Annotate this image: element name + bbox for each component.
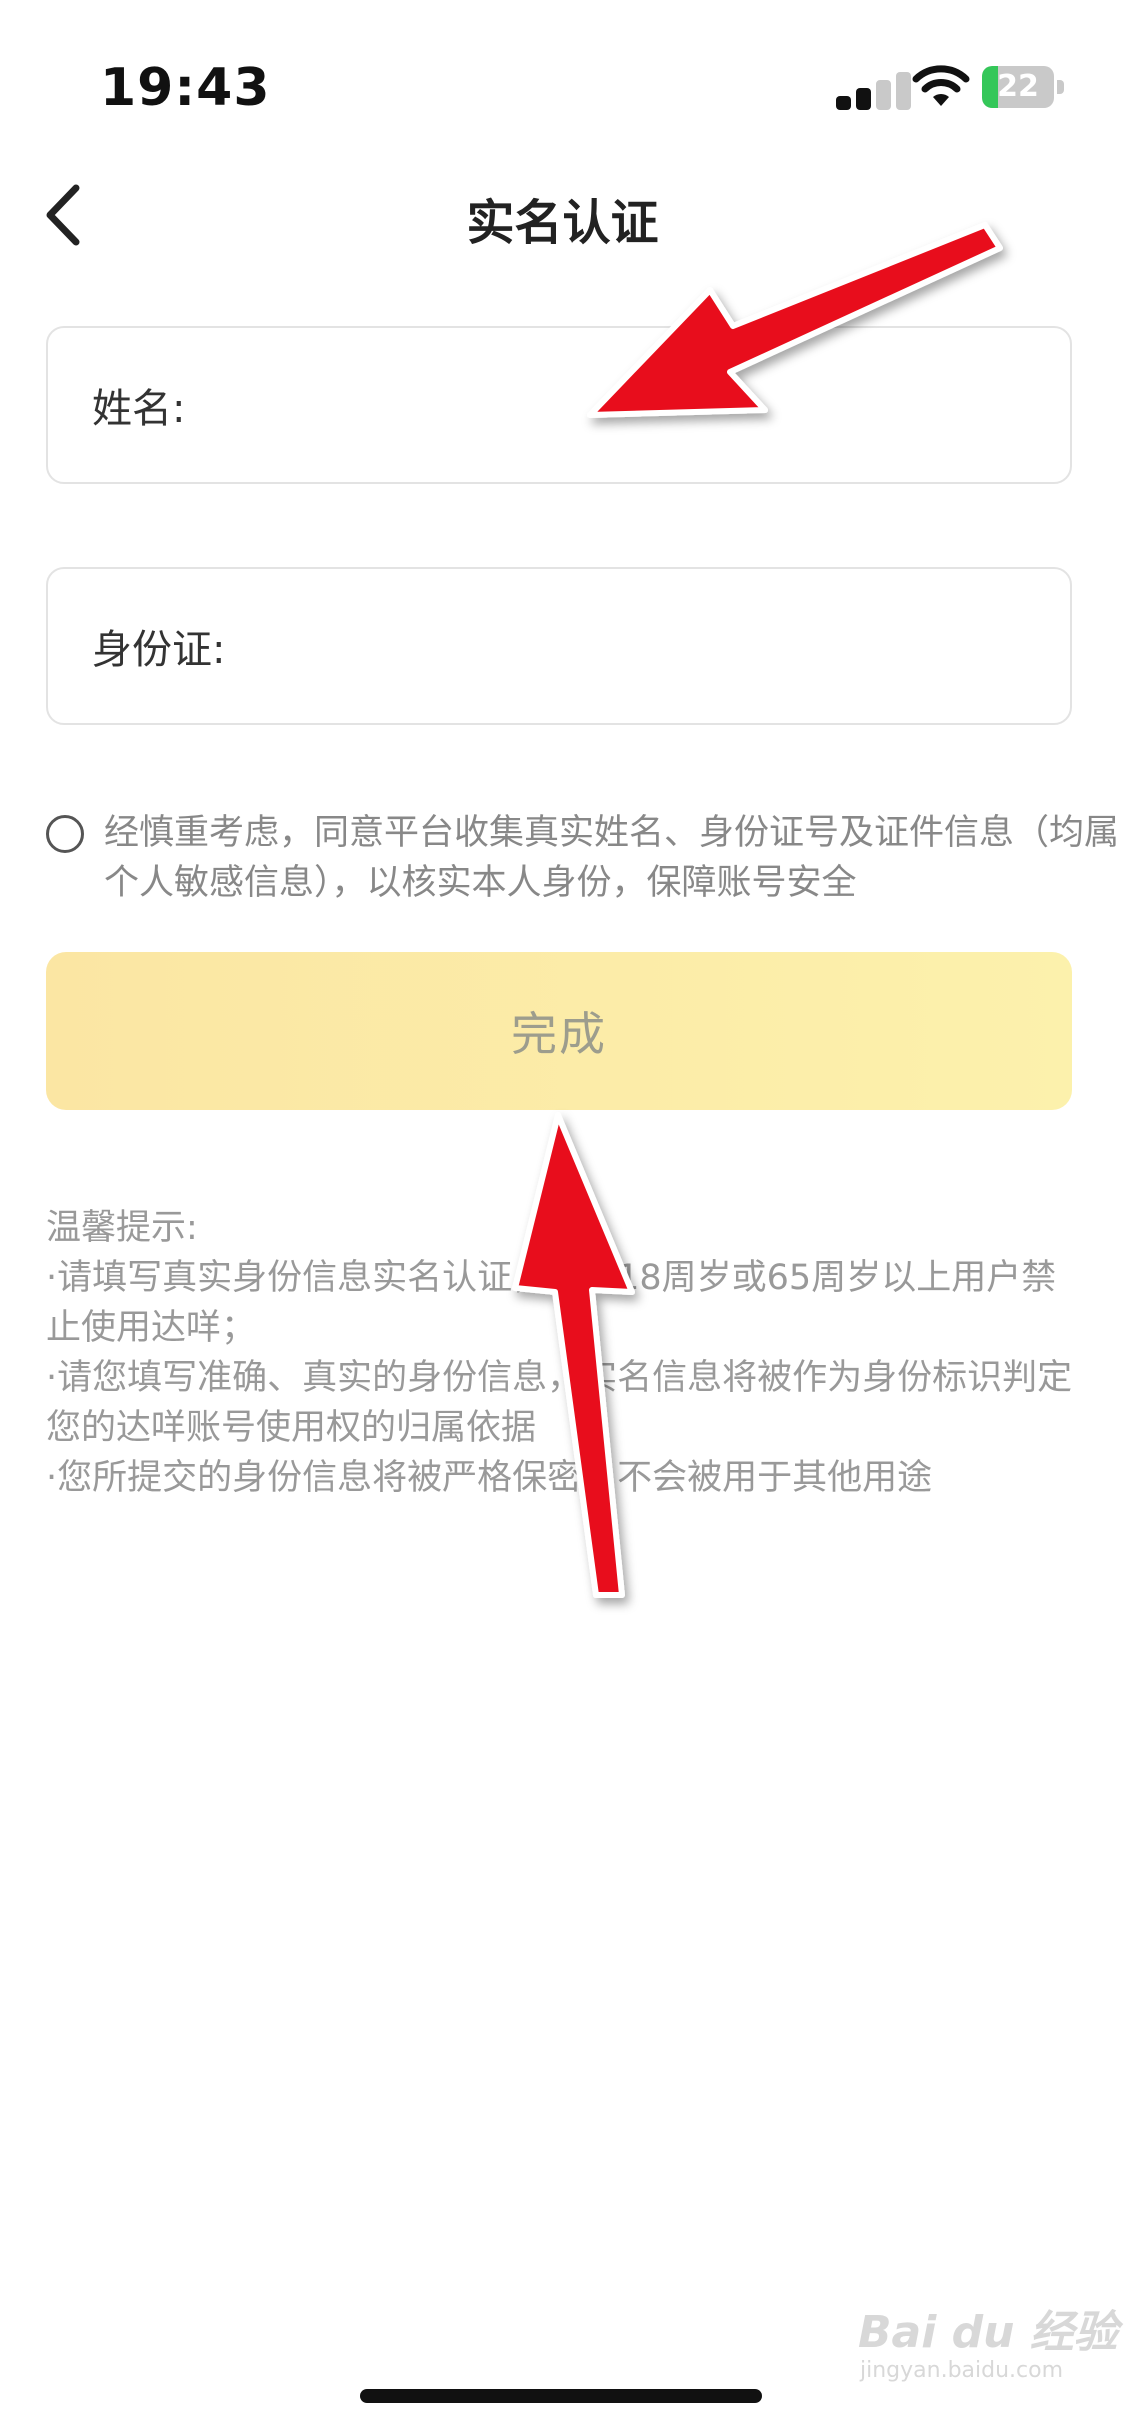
battery-icon: 22 [982, 66, 1064, 108]
tips-section: 温馨提示: ·请填写真实身份信息实名认证，未满18周岁或65周岁以上用户禁止使用… [46, 1203, 1086, 1503]
name-field[interactable]: 姓名: [46, 326, 1072, 484]
id-card-field[interactable]: 身份证: [46, 567, 1072, 725]
wifi-icon [912, 65, 970, 106]
home-indicator[interactable] [360, 2389, 762, 2403]
id-card-input[interactable] [225, 568, 1070, 724]
status-time: 19:43 [100, 58, 271, 118]
watermark-url: jingyan.baidu.com [860, 2358, 1064, 2383]
battery-percent: 22 [997, 69, 1039, 104]
submit-button[interactable]: 完成 [46, 952, 1072, 1110]
page-title: 实名认证 [466, 195, 659, 251]
name-input[interactable] [185, 327, 1070, 483]
tips-line: ·请填写真实身份信息实名认证，未满18周岁或65周岁以上用户禁止使用达咩； [46, 1258, 1057, 1348]
baidu-logo-watermark: Bai du 经验 [858, 2307, 1118, 2358]
name-field-label: 姓名: [92, 386, 186, 432]
tips-line: ·您所提交的身份信息将被严格保密，不会被用于其他用途 [46, 1458, 933, 1498]
tips-line: ·请您填写准确、真实的身份信息，实名信息将被作为身份标识判定您的达咩账号使用权的… [46, 1358, 1073, 1448]
tips-heading: 温馨提示: [46, 1208, 198, 1248]
consent-radio[interactable] [46, 815, 84, 853]
id-card-field-label: 身份证: [92, 627, 226, 673]
consent-text: 经慎重考虑，同意平台收集真实姓名、身份证号及证件信息（均属个人敏感信息），以核实… [104, 813, 1120, 903]
